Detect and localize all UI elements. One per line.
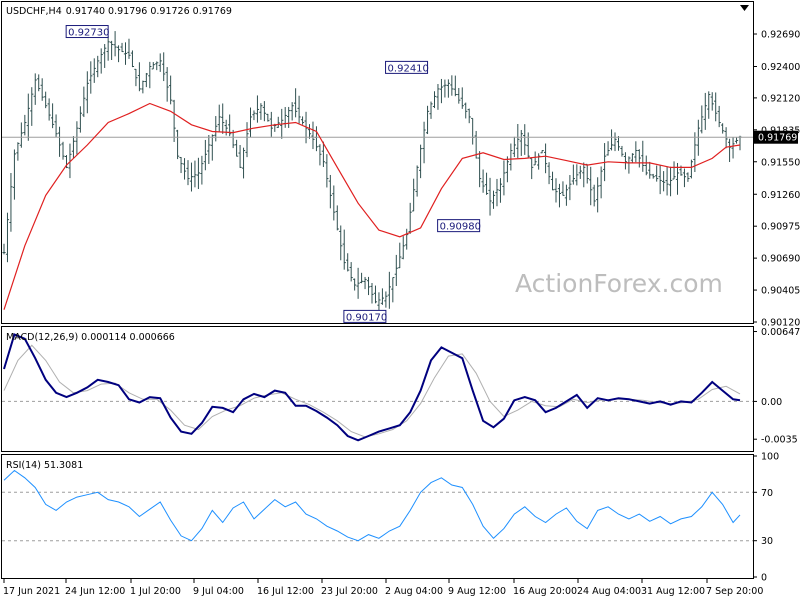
time-axis-label: 1 Jul 20:00 [130,586,181,597]
price-annotation: 0.90980 [437,219,481,233]
macd-axis: 0.006473 0.00 -0.0035 [753,327,800,446]
price-annotation-label: 0.92410 [388,63,429,74]
price-axis: 0.926900.924000.921200.918350.915500.912… [753,30,800,329]
time-axis: 17 Jun 2021 24 Jun 12:00 1 Jul 20:00 9 Jul … [3,578,763,597]
time-axis-label: 2 Aug 04:00 [385,586,443,597]
time-axis-label: 7 Sep 20:00 [706,586,763,597]
time-axis-label: 24 Jun 12:00 [65,586,125,597]
rsi-axis-label: 70 [761,488,773,499]
macd-axis-label: 0.006473 [761,327,800,338]
time-axis-label: 16 Aug 20:00 [513,586,577,597]
rsi-pane-title: RSI(14) 51.3081 [6,460,83,471]
watermark: ActionForex.com [515,269,723,298]
macd-pane-title: MACD(12,26,9) 0.000114 0.000666 [6,332,175,343]
last-price-tag-label: 0.91769 [758,133,797,144]
time-axis-label: 9 Jul 04:00 [193,586,244,597]
time-axis-label: 24 Aug 04:00 [577,586,641,597]
price-annotation: 0.90170 [343,309,387,323]
price-annotation: 0.92410 [385,60,429,74]
price-axis-label: 0.90690 [761,254,800,265]
price-annotation: 0.92730 [65,25,110,39]
chart-canvas: ActionForex.com 0.92690 0.92400 0.92120 0.9… [1,1,800,597]
price-axis-label: 0.91550 [761,157,800,168]
rsi-axis-label: 100 [761,452,779,463]
price-annotation-label: 0.90170 [346,312,387,323]
trading-chart-window: ActionForex.com 0.92690 0.92400 0.92120 0.9… [0,0,800,600]
rsi-axis: 100 70 30 0 [753,452,779,584]
time-axis-label: 9 Aug 12:00 [448,586,506,597]
price-axis-label: 0.92690 [761,30,800,41]
rsi-axis-label: 30 [761,536,773,547]
price-annotation-label: 0.92730 [68,28,109,39]
time-axis-label: 23 Jul 20:00 [321,586,378,597]
price-axis-label: 0.92400 [761,62,800,73]
price-axis-label: 0.91260 [761,190,800,201]
price-axis-label: 0.90405 [761,286,800,297]
macd-axis-label: 0.00 [761,397,782,408]
price-annotation-label: 0.90980 [440,222,481,233]
time-axis-label: 17 Jun 2021 [3,586,60,597]
last-price-tag: 0.91769 [754,130,798,144]
price-axis-label: 0.90975 [761,222,800,233]
price-pane-title: USDCHF,H4 0.91740 0.91796 0.91726 0.91769 [6,6,232,17]
time-axis-label: 16 Jul 12:00 [257,586,314,597]
macd-axis-label: -0.0035 [761,435,798,446]
rsi-axis-label: 0 [761,573,767,584]
price-axis-label: 0.92120 [761,93,800,104]
rsi-pane-frame [1,454,754,579]
time-axis-label: 31 Aug 12:00 [641,586,705,597]
